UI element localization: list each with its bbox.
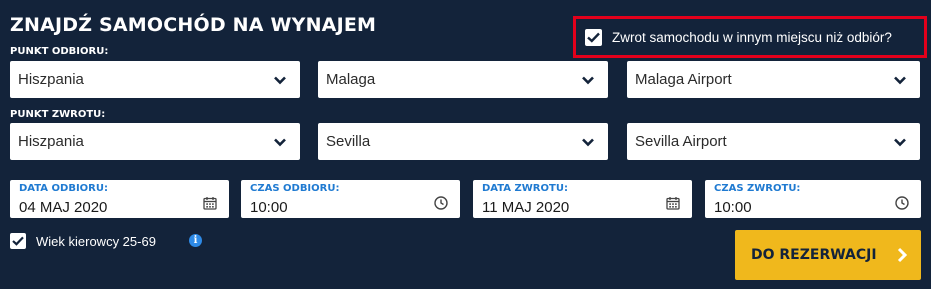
reserve-button-label: DO REZERWACJI [751,247,877,263]
pickup-city-value: Malaga [326,71,376,88]
reserve-button[interactable]: DO REZERWACJI [735,230,921,280]
chevron-down-icon [274,76,286,85]
driver-age-checkbox[interactable] [10,233,26,249]
return-time-label: CZAS ZWROTU: [714,183,801,194]
pickup-time-field[interactable]: CZAS ODBIORU: 10:00 [241,180,460,218]
checkmark-icon [587,32,600,43]
checkmark-icon [12,236,24,246]
pickup-date-label: DATA ODBIORU: [19,183,108,194]
return-country-value: Hiszpania [18,133,84,150]
return-city-select[interactable]: Sevilla [318,123,608,160]
return-section-label: PUNKT ZWROTU: [10,109,106,120]
return-location-select[interactable]: Sevilla Airport [627,123,920,160]
pickup-section-label: PUNKT ODBIORU: [10,46,109,57]
clock-icon [895,196,909,210]
pickup-city-select[interactable]: Malaga [318,61,608,98]
pickup-date-value: 04 MAJ 2020 [19,199,108,216]
different-return-checkbox[interactable] [585,28,602,46]
return-time-value: 10:00 [714,199,752,216]
pickup-time-label: CZAS ODBIORU: [250,183,340,194]
chevron-down-icon [582,138,594,147]
pickup-time-value: 10:00 [250,199,288,216]
pickup-country-select[interactable]: Hiszpania [10,61,300,98]
info-icon[interactable]: i [189,234,202,247]
pickup-date-field[interactable]: DATA ODBIORU: 04 MAJ 2020 [10,180,229,218]
different-return-label: Zwrot samochodu w innym miejscu niż odbi… [612,29,892,45]
chevron-down-icon [894,138,906,147]
different-return-toggle[interactable]: Zwrot samochodu w innym miejscu niż odbi… [573,16,927,58]
chevron-down-icon [894,76,906,85]
return-country-select[interactable]: Hiszpania [10,123,300,160]
return-date-label: DATA ZWROTU: [482,183,568,194]
driver-age-label: Wiek kierowcy 25-69 [36,233,156,249]
return-date-field[interactable]: DATA ZWROTU: 11 MAJ 2020 [473,180,692,218]
return-date-value: 11 MAJ 2020 [482,199,570,216]
pickup-location-select[interactable]: Malaga Airport [627,61,920,98]
return-time-field[interactable]: CZAS ZWROTU: 10:00 [705,180,921,218]
pickup-location-value: Malaga Airport [635,71,732,88]
return-location-value: Sevilla Airport [635,133,727,150]
chevron-right-icon [897,247,908,263]
form-title: ZNAJDŹ SAMOCHÓD NA WYNAJEM [10,14,377,36]
driver-age-toggle[interactable]: Wiek kierowcy 25-69 [10,233,156,249]
pickup-country-value: Hiszpania [18,71,84,88]
calendar-icon [666,197,680,210]
return-city-value: Sevilla [326,133,371,150]
chevron-down-icon [274,138,286,147]
calendar-icon [203,197,217,210]
chevron-down-icon [582,76,594,85]
clock-icon [434,196,448,210]
